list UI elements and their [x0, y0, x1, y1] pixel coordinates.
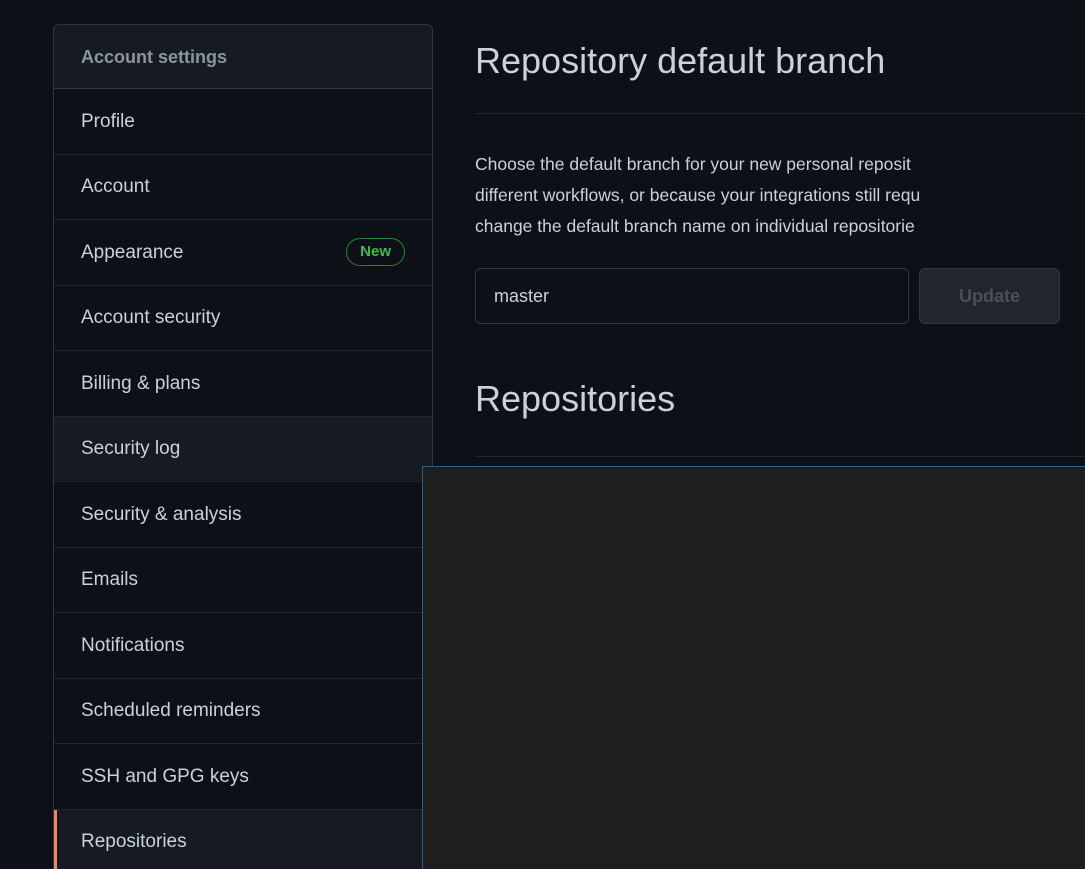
- repositories-divider: [475, 456, 1085, 457]
- sidebar-item-label: Security log: [81, 438, 181, 460]
- update-button[interactable]: Update: [919, 268, 1060, 324]
- sidebar-item-label: Emails: [81, 569, 139, 591]
- sidebar-item-emails[interactable]: Emails: [54, 548, 432, 613]
- sidebar-item-appearance[interactable]: Appearance New: [54, 220, 432, 286]
- default-branch-input[interactable]: [475, 268, 909, 324]
- sidebar-item-label: SSH and GPG keys: [81, 765, 249, 787]
- sidebar-item-billing-plans[interactable]: Billing & plans: [54, 351, 432, 417]
- sidebar-heading: Account settings: [54, 25, 432, 89]
- settings-page: Account settings Profile Account Appeara…: [8, 8, 1085, 869]
- sidebar-item-security-log[interactable]: Security log: [54, 416, 432, 482]
- sidebar-item-account[interactable]: Account: [54, 155, 432, 220]
- sidebar-item-label: Notifications: [81, 634, 185, 656]
- default-branch-description: Choose the default branch for your new p…: [475, 149, 1085, 242]
- sidebar-item-profile[interactable]: Profile: [54, 89, 432, 155]
- description-line: Choose the default branch for your new p…: [475, 154, 911, 174]
- page-title: Repository default branch: [475, 40, 886, 81]
- settings-sidebar: Account settings Profile Account Appeara…: [53, 24, 433, 869]
- sidebar-item-repositories[interactable]: Repositories: [54, 809, 432, 869]
- new-badge: New: [346, 238, 405, 267]
- description-line: change the default branch name on indivi…: [475, 216, 915, 236]
- sidebar-item-label: Appearance: [81, 241, 184, 263]
- sidebar-item-label: Billing & plans: [81, 372, 201, 394]
- title-divider: [475, 113, 1085, 114]
- sidebar-item-label: Account: [81, 176, 150, 198]
- sidebar-item-label: Scheduled reminders: [81, 700, 261, 722]
- sidebar-item-security-analysis[interactable]: Security & analysis: [54, 482, 432, 548]
- sidebar-item-account-security[interactable]: Account security: [54, 286, 432, 351]
- repositories-title: Repositories: [475, 378, 676, 419]
- description-line: different workflows, or because your int…: [475, 185, 921, 205]
- sidebar-item-label: Repositories: [81, 831, 187, 853]
- overlay-panel: [422, 466, 1085, 869]
- sidebar-item-label: Account security: [81, 307, 221, 329]
- sidebar-item-label: Profile: [81, 110, 135, 132]
- sidebar-item-ssh-gpg-keys[interactable]: SSH and GPG keys: [54, 744, 432, 810]
- sidebar-item-scheduled-reminders[interactable]: Scheduled reminders: [54, 679, 432, 744]
- sidebar-item-notifications[interactable]: Notifications: [54, 613, 432, 679]
- sidebar-item-label: Security & analysis: [81, 503, 242, 525]
